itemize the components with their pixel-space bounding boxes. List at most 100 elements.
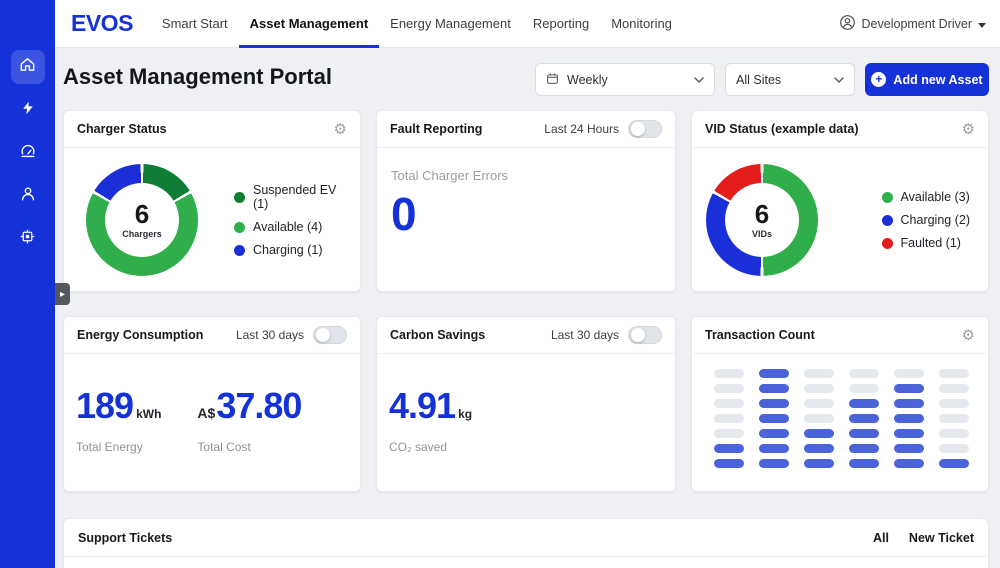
pill-inactive	[849, 369, 879, 378]
pill-inactive	[714, 384, 744, 393]
last-24-hours-toggle[interactable]	[628, 120, 662, 138]
card-header: Support Tickets All New Ticket	[64, 519, 988, 557]
tab-monitoring[interactable]: Monitoring	[600, 0, 683, 48]
legend-dot	[882, 238, 893, 249]
pill-row	[714, 414, 988, 423]
total-energy-metric: 189 kWh Total Energy	[76, 388, 161, 454]
pill-inactive	[939, 369, 969, 378]
pill-active	[849, 459, 879, 468]
pill-row	[714, 429, 988, 438]
cost-value: 37.80	[216, 388, 301, 424]
chevron-down-icon	[834, 77, 844, 83]
pill-inactive	[804, 384, 834, 393]
gear-icon[interactable]: ⚙	[334, 122, 347, 137]
new-ticket-button[interactable]: New Ticket	[909, 531, 974, 545]
legend-label: Available (4)	[253, 220, 322, 234]
tab-energy-management[interactable]: Energy Management	[379, 0, 522, 48]
pill-active	[804, 444, 834, 453]
pill-active	[939, 459, 969, 468]
transaction-count-card: Transaction Count ⚙	[691, 316, 989, 492]
energy-body: 189 kWh Total Energy A$ 37.80 Total Cost	[64, 354, 360, 454]
pill-inactive	[804, 369, 834, 378]
support-filter-all[interactable]: All	[873, 531, 889, 545]
pill-active	[849, 444, 879, 453]
pill-inactive	[939, 429, 969, 438]
pill-active	[759, 444, 789, 453]
gear-icon[interactable]: ⚙	[962, 122, 975, 137]
legend-label: Suspended EV (1)	[253, 183, 348, 211]
add-new-asset-label: Add new Asset	[893, 73, 982, 87]
pill-active	[759, 399, 789, 408]
add-new-asset-button[interactable]: + Add new Asset	[865, 63, 989, 96]
pill-row	[714, 459, 988, 468]
card-title: VID Status (example data)	[705, 122, 859, 136]
fault-subtitle: Total Charger Errors	[391, 168, 661, 183]
card-header: Carbon Savings Last 30 days	[377, 317, 675, 354]
account-avatar-icon	[839, 14, 856, 34]
sidebar-item-energy[interactable]	[11, 93, 45, 127]
sidebar-item-home[interactable]	[11, 50, 45, 84]
donut-label: VIDs	[752, 229, 772, 239]
legend-item: Charging (1)	[234, 243, 348, 257]
pill-active	[759, 414, 789, 423]
pill-active	[759, 369, 789, 378]
sites-select-value: All Sites	[736, 73, 781, 87]
legend-dot	[234, 245, 245, 256]
donut-center: 6 Chargers	[105, 183, 179, 257]
plus-icon: +	[871, 72, 886, 87]
sidebar-expand-handle[interactable]: ▸	[55, 283, 70, 305]
account-menu[interactable]: Development Driver	[839, 14, 986, 34]
chart-legend: Available (3) Charging (2) Faulted (1)	[882, 190, 976, 250]
legend-item: Available (4)	[234, 220, 348, 234]
legend-dot	[234, 192, 245, 203]
sidebar-item-monitoring[interactable]	[11, 136, 45, 170]
pill-row	[714, 384, 988, 393]
pill-inactive	[939, 384, 969, 393]
pill-active	[759, 459, 789, 468]
page-title: Asset Management Portal	[63, 64, 332, 90]
last-30-days-toggle[interactable]	[628, 326, 662, 344]
tab-asset-management[interactable]: Asset Management	[239, 0, 379, 48]
sidebar-item-devices[interactable]	[11, 222, 45, 256]
donut-chart: 6 VIDs	[706, 164, 818, 276]
pill-inactive	[714, 399, 744, 408]
pill-inactive	[714, 369, 744, 378]
pill-inactive	[804, 399, 834, 408]
pill-inactive	[894, 369, 924, 378]
sidebar-item-users[interactable]	[11, 179, 45, 213]
card-title: Transaction Count	[705, 328, 815, 342]
caret-down-icon	[978, 17, 986, 31]
legend-item: Suspended EV (1)	[234, 183, 348, 211]
pill-active	[894, 414, 924, 423]
tab-reporting[interactable]: Reporting	[522, 0, 600, 48]
legend-label: Available (3)	[901, 190, 970, 204]
legend-label: Charging (1)	[253, 243, 322, 257]
sites-select[interactable]: All Sites	[725, 63, 855, 96]
pill-active	[714, 444, 744, 453]
pill-active	[894, 384, 924, 393]
user-icon	[19, 185, 37, 208]
pill-active	[894, 429, 924, 438]
gear-icon[interactable]: ⚙	[962, 328, 975, 343]
donut-label: Chargers	[122, 229, 162, 239]
account-label: Development Driver	[862, 17, 972, 31]
gauge-icon	[19, 142, 37, 165]
last-30-days-toggle[interactable]	[313, 326, 347, 344]
pill-active	[849, 429, 879, 438]
pill-active	[804, 429, 834, 438]
energy-consumption-card: Energy Consumption Last 30 days 189 kWh …	[63, 316, 361, 492]
pill-inactive	[849, 384, 879, 393]
tab-smart-start[interactable]: Smart Start	[151, 0, 239, 48]
pill-active	[714, 459, 744, 468]
period-select[interactable]: Weekly	[535, 63, 715, 96]
topbar: EVOS Smart Start Asset Management Energy…	[55, 0, 1000, 48]
card-header: Fault Reporting Last 24 Hours	[377, 111, 675, 148]
pill-active	[804, 459, 834, 468]
bolt-icon	[20, 100, 36, 121]
pill-inactive	[939, 414, 969, 423]
card-title: Energy Consumption	[77, 328, 203, 342]
calendar-icon	[546, 72, 559, 88]
card-header: VID Status (example data) ⚙	[692, 111, 988, 148]
toggle-label: Last 24 Hours	[544, 122, 619, 136]
carbon-body: 4.91 kg CO₂ saved	[377, 354, 675, 454]
